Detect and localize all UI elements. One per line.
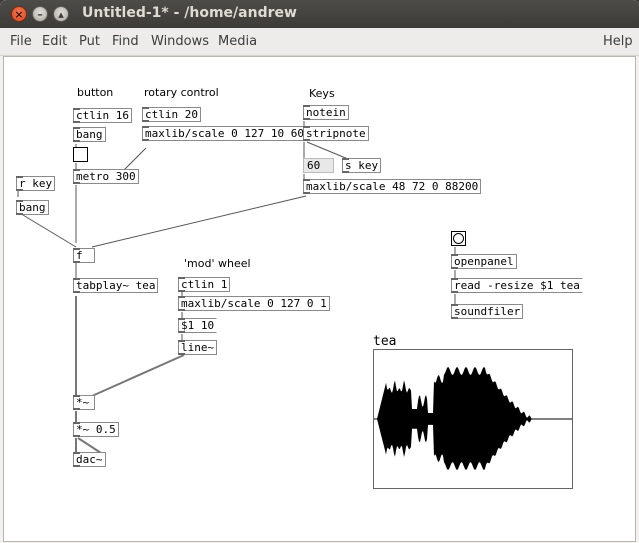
pd-patch-window: × – ▴ Untitled-1* - /home/andrew File Ed… — [0, 0, 639, 543]
menu-find[interactable]: Find — [112, 34, 139, 49]
maximize-icon[interactable]: ▴ — [53, 6, 69, 22]
send-key-object[interactable]: s key — [342, 158, 382, 173]
dac-object[interactable]: dac~ — [73, 452, 106, 467]
menu-bar: File Edit Put Find Windows Media Help — [0, 28, 639, 56]
read-message-box[interactable]: read -resize $1 tea — [451, 278, 583, 293]
stripnote-object[interactable]: stripnote — [303, 126, 369, 141]
menu-media[interactable]: Media — [218, 34, 257, 49]
ctlin-16-object[interactable]: ctlin 16 — [73, 108, 132, 123]
cord — [306, 141, 349, 160]
soundfiler-object[interactable]: soundfiler — [451, 304, 524, 319]
comment-rotary-control: rotary control — [144, 86, 219, 99]
multiply-signal-object[interactable]: *~ — [73, 395, 95, 410]
array-title: tea — [373, 334, 397, 349]
patch-canvas[interactable]: button rotary control Keys 'mod' wheel c… — [3, 56, 636, 542]
menu-help[interactable]: Help — [603, 34, 633, 49]
comment-keys: Keys — [309, 87, 335, 100]
menu-file[interactable]: File — [10, 34, 32, 49]
cord — [17, 211, 77, 248]
openpanel-object[interactable]: openpanel — [451, 254, 517, 269]
multiply-half-object[interactable]: *~ 0.5 — [73, 422, 119, 437]
title-bar[interactable]: × – ▴ Untitled-1* - /home/andrew — [0, 0, 639, 28]
bang-object[interactable]: bang — [73, 127, 106, 142]
notein-object[interactable]: notein — [303, 105, 349, 120]
scale-mod-object[interactable]: maxlib/scale 0 127 0 1 — [178, 296, 330, 311]
menu-put[interactable]: Put — [79, 34, 100, 49]
metro-object[interactable]: metro 300 — [73, 169, 139, 184]
comment-button: button — [77, 86, 114, 99]
cord — [91, 195, 307, 248]
float-object[interactable]: f — [73, 248, 95, 263]
line-signal-object[interactable]: line~ — [178, 340, 218, 355]
menu-edit[interactable]: Edit — [42, 34, 67, 49]
menu-windows[interactable]: Windows — [151, 34, 209, 49]
minimize-icon[interactable]: – — [32, 6, 48, 22]
openpanel-bang-box[interactable] — [451, 231, 466, 246]
scale-keys-object[interactable]: maxlib/scale 48 72 0 88200 — [303, 179, 482, 194]
ctlin-1-object[interactable]: ctlin 1 — [178, 277, 231, 292]
comment-mod-wheel: 'mod' wheel — [184, 257, 251, 270]
signal-cord — [77, 437, 102, 454]
close-icon[interactable]: × — [11, 6, 27, 22]
waveform — [374, 367, 572, 470]
window-title: Untitled-1* - /home/andrew — [82, 5, 297, 21]
tabplay-object[interactable]: tabplay~ tea — [73, 278, 159, 293]
array-graph[interactable] — [373, 349, 573, 489]
bang-object-2[interactable]: bang — [16, 200, 49, 215]
cord — [123, 147, 147, 171]
bang-toggle-box[interactable] — [73, 147, 88, 162]
receive-key-object[interactable]: r key — [16, 176, 56, 191]
signal-cord — [91, 354, 185, 397]
scale-rotary-object[interactable]: maxlib/scale 0 127 10 600 — [142, 126, 314, 141]
line-message-box[interactable]: $1 10 — [178, 318, 218, 333]
number-box[interactable]: 60 — [303, 158, 334, 173]
ctlin-20-object[interactable]: ctlin 20 — [142, 107, 201, 122]
